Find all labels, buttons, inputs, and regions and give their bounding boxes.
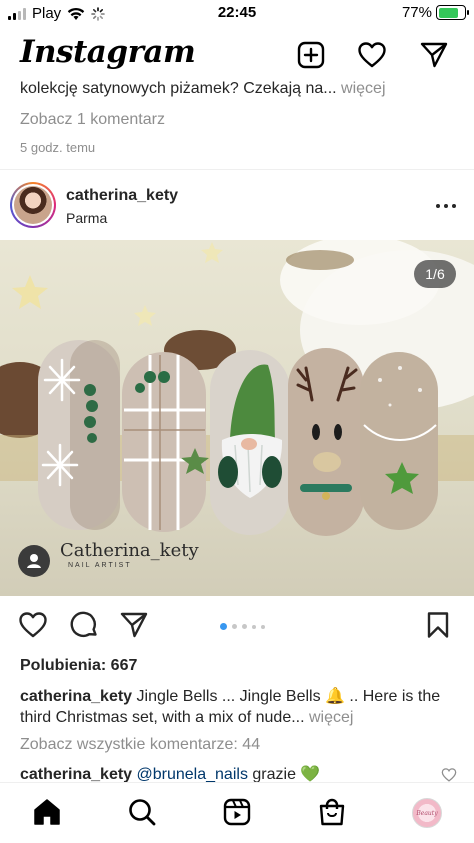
share-icon[interactable] (119, 610, 149, 640)
battery-icon (436, 5, 469, 20)
more-options-icon[interactable] (432, 196, 460, 216)
carousel-dot (232, 624, 237, 629)
likes-count[interactable]: Polubienia: 667 (20, 657, 137, 675)
battery-fill (438, 7, 458, 18)
image-counter: 1/6 (414, 260, 456, 288)
search-icon[interactable] (127, 797, 157, 827)
home-icon[interactable] (32, 797, 62, 827)
nail-2 (122, 352, 209, 532)
status-right: 77% (401, 4, 469, 21)
app-header: Instagram (0, 28, 474, 80)
nail-4 (288, 348, 364, 536)
caption-more-link[interactable]: więcej (309, 709, 353, 726)
direct-message-icon[interactable] (419, 40, 449, 70)
post-image[interactable]: 1/6 Catherina_kety NAIL ARTIST (0, 240, 474, 596)
view-all-comments-link[interactable]: Zobacz wszystkie komentarze: 44 (20, 736, 260, 754)
comment-like-icon[interactable] (441, 767, 457, 783)
post-author-avatar[interactable] (10, 182, 56, 228)
previous-caption-more[interactable]: więcej (341, 80, 385, 97)
battery-percent: 77% (401, 4, 432, 21)
shop-icon[interactable] (317, 797, 347, 827)
like-icon[interactable] (18, 610, 48, 640)
previous-post-comments-link[interactable]: Zobacz 1 komentarz (20, 111, 165, 129)
reels-icon[interactable] (222, 797, 252, 827)
post-caption: catherina_kety Jingle Bells ... Jingle B… (20, 686, 460, 728)
carousel-dot (220, 623, 227, 630)
watermark-avatar-icon (18, 545, 50, 577)
previous-caption-text: kolekcję satynowych piżamek? Czekają na.… (20, 80, 337, 97)
comment-username[interactable]: catherina_kety (20, 766, 132, 783)
carousel-indicator (220, 623, 265, 630)
nail-3 (210, 350, 290, 535)
save-icon[interactable] (423, 610, 453, 640)
comment-mention[interactable]: @brunela_nails (137, 766, 248, 783)
profile-avatar[interactable]: Beauty (412, 798, 442, 828)
avatar (14, 186, 52, 224)
comment-text: grazie 💚 (252, 766, 321, 783)
comment-row: catherina_kety @brunela_nails grazie 💚 (20, 764, 420, 784)
comment-icon[interactable] (69, 610, 99, 640)
previous-post-time: 5 godz. temu (20, 140, 96, 155)
profile-avatar-text: Beauty (416, 809, 438, 817)
previous-post-caption: kolekcję satynowych piżamek? Czekają na.… (20, 80, 460, 102)
nail-5 (360, 352, 438, 530)
bottom-tab-bar: Beauty (0, 782, 474, 843)
nail-1 (38, 340, 120, 530)
carousel-dot (242, 624, 247, 629)
post-location[interactable]: Parma (66, 210, 107, 226)
instagram-logo[interactable]: Instagram (20, 34, 196, 70)
caption-username[interactable]: catherina_kety (20, 688, 132, 705)
new-post-icon[interactable] (296, 40, 326, 70)
divider (0, 169, 474, 170)
watermark-subtitle: NAIL ARTIST (68, 562, 132, 569)
post-actions (0, 596, 474, 654)
heart-icon[interactable] (357, 40, 387, 70)
carousel-dot (261, 624, 265, 629)
carousel-dot (252, 624, 256, 629)
status-bar: Play 22:45 77% (0, 0, 474, 28)
watermark-name: Catherina_kety (60, 540, 199, 561)
post-username[interactable]: catherina_kety (66, 187, 178, 205)
